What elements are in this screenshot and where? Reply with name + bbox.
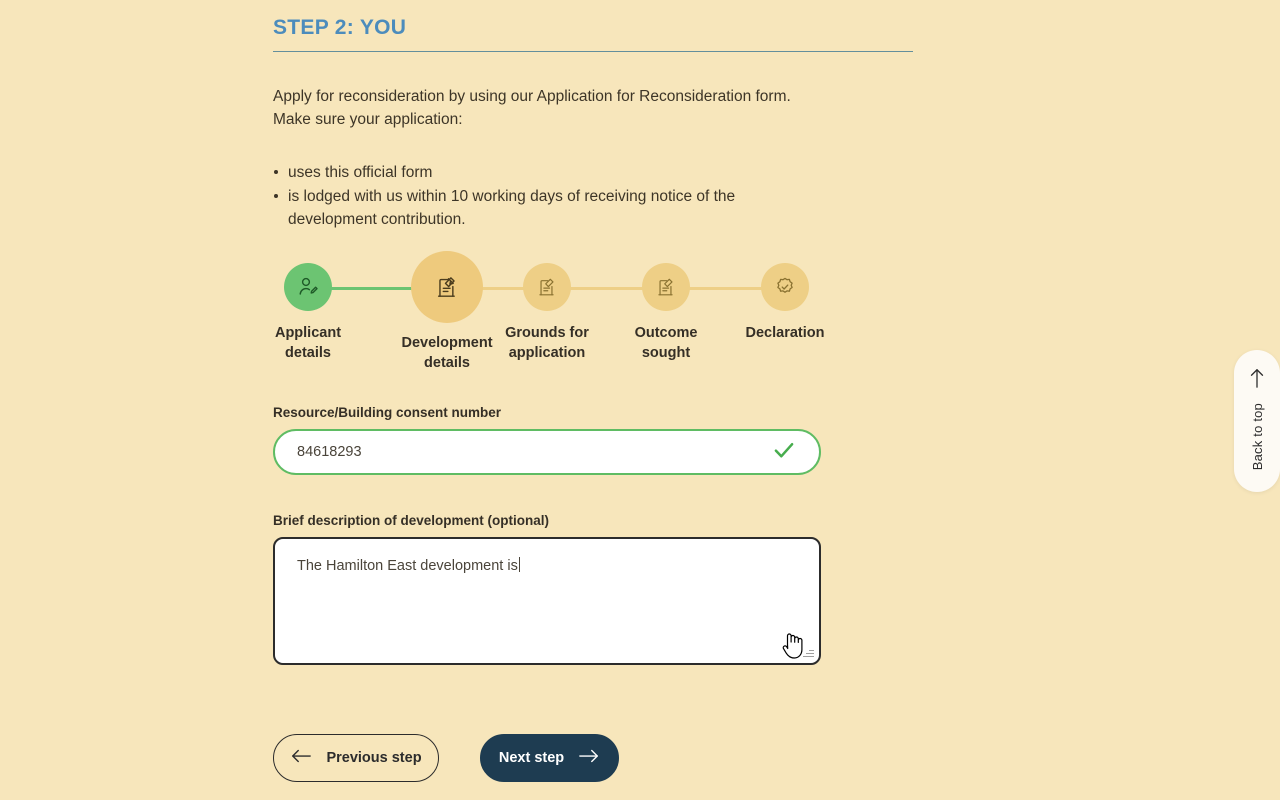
next-step-button[interactable]: Next step	[480, 734, 619, 782]
arrow-up-icon	[1249, 367, 1265, 394]
stepper-circle	[523, 263, 571, 311]
arrow-right-icon	[578, 748, 600, 768]
resize-handle[interactable]	[802, 646, 814, 658]
description-label: Brief description of development (option…	[273, 513, 550, 528]
previous-step-button[interactable]: Previous step	[273, 734, 439, 782]
consent-number-value: 84618293	[297, 444, 362, 460]
requirements-list: uses this official form is lodged with u…	[273, 161, 913, 231]
stepper-item-label: Grounds for application	[505, 325, 589, 361]
document-edit-icon	[437, 277, 455, 297]
consent-number-label: Resource/Building consent number	[273, 405, 502, 420]
stepper-circle	[642, 263, 690, 311]
progress-stepper: Applicant details Development details Gr…	[273, 251, 858, 388]
next-step-label: Next step	[498, 750, 565, 766]
page-title: STEP 2: YOU	[273, 16, 407, 39]
intro-text: Apply for reconsideration by using our A…	[273, 85, 913, 131]
stepper-item-label: Declaration	[745, 325, 825, 341]
stepper-circle	[761, 263, 809, 311]
previous-step-label: Previous step	[326, 750, 422, 766]
stepper-circle	[411, 251, 483, 323]
check-icon	[771, 437, 797, 468]
stepper-item-outcome-sought[interactable]: Outcome sought	[611, 263, 721, 363]
arrow-left-icon	[290, 748, 312, 768]
text-caret	[518, 557, 520, 572]
description-value: The Hamilton East development is	[297, 558, 518, 574]
person-edit-icon	[299, 277, 318, 295]
consent-number-input[interactable]: 84618293	[273, 429, 821, 475]
stepper-item-label: Applicant details	[274, 325, 342, 361]
intro-line-2: Make sure your application:	[273, 111, 463, 128]
stepper-item-applicant-details[interactable]: Applicant details	[253, 263, 363, 363]
stepper-item-label: Outcome sought	[634, 325, 698, 361]
stepper-item-declaration[interactable]: Declaration	[730, 263, 840, 343]
description-textarea[interactable]: The Hamilton East development is	[273, 537, 821, 665]
back-to-top-label: Back to top	[1249, 403, 1265, 471]
document-edit-icon	[658, 278, 673, 296]
list-item: is lodged with us within 10 working days…	[273, 185, 743, 231]
intro-line-1: Apply for reconsideration by using our A…	[273, 88, 791, 105]
stepper-item-label: Development details	[401, 335, 493, 371]
heading-divider	[273, 51, 913, 52]
document-edit-icon	[539, 278, 554, 296]
stepper-circle	[284, 263, 332, 311]
stepper-item-development-details[interactable]: Development details	[392, 251, 502, 373]
bullet-dot-icon	[274, 194, 278, 198]
description-field-group: Brief description of development (option…	[273, 513, 821, 665]
bullet-dot-icon	[274, 170, 278, 174]
main-content: STEP 2: YOU Apply for reconsideration by…	[273, 0, 913, 232]
consent-number-field-group: Resource/Building consent number 8461829…	[273, 405, 821, 475]
list-item-label: is lodged with us within 10 working days…	[288, 188, 736, 228]
form-navigation: Previous step Next step	[273, 734, 619, 782]
page-root: STEP 2: YOU Apply for reconsideration by…	[0, 0, 1280, 800]
list-item: uses this official form	[273, 161, 743, 184]
stepper-item-grounds-for-application[interactable]: Grounds for application	[492, 263, 602, 363]
seal-check-icon	[777, 277, 793, 293]
back-to-top-button[interactable]: Back to top	[1234, 350, 1280, 492]
list-item-label: uses this official form	[288, 164, 433, 181]
